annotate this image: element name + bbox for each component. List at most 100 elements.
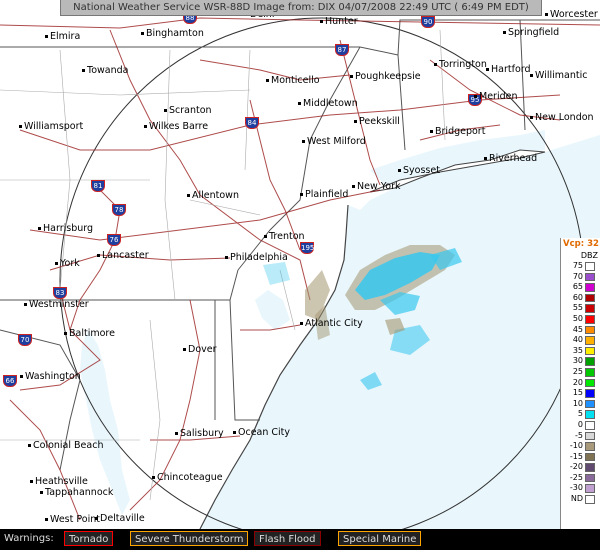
city-label: Baltimore (64, 328, 115, 339)
severe-thunderstorm-warning-button[interactable]: Severe Thunderstorm (130, 531, 249, 546)
legend-entry: 55 (561, 303, 600, 314)
city-name: Heathsville (35, 476, 88, 487)
legend-color-swatch (585, 484, 595, 494)
legend-value: 5 (577, 409, 583, 419)
city-label: Deltaville (95, 513, 145, 524)
legend-entry: -10 (561, 441, 600, 452)
legend-entry: 25 (561, 367, 600, 378)
city-dot-icon (264, 235, 267, 238)
legend-value: -20 (569, 462, 583, 472)
delaware-bay (255, 290, 290, 330)
city-dot-icon (24, 303, 27, 306)
city-name: Bridgeport (435, 126, 486, 137)
legend-entry: 65 (561, 282, 600, 293)
legend-color-swatch (585, 357, 595, 366)
city-label: Worcester (545, 9, 598, 20)
legend-entry: 75 (561, 261, 600, 272)
city-name: York (60, 258, 80, 269)
city-dot-icon (545, 13, 548, 16)
legend-color-swatch (585, 325, 595, 335)
city-name: West Milford (307, 136, 366, 147)
city-label: Peekskill (354, 116, 400, 127)
city-label: Harrisburg (38, 223, 93, 234)
city-dot-icon (183, 348, 186, 351)
legend-value: 30 (572, 356, 583, 366)
legend-value: 35 (572, 345, 583, 355)
city-dot-icon (233, 431, 236, 434)
warnings-bar: Warnings: Tornado Severe Thunderstorm Fl… (0, 529, 600, 550)
legend-entry: -30 (561, 483, 600, 494)
city-name: Middletown (303, 98, 358, 109)
interstate-shield-icon: 84 (245, 117, 259, 129)
city-dot-icon (141, 32, 144, 35)
legend-color-swatch (585, 346, 595, 356)
city-label: Riverhead (484, 153, 537, 164)
legend-value: 0 (577, 419, 583, 429)
interstate-shield-icon: 70 (18, 334, 32, 346)
legend-color-swatch (585, 431, 595, 441)
city-name: Monticello (271, 75, 320, 86)
legend-entry: 70 (561, 272, 600, 283)
shield-number: 84 (247, 119, 257, 127)
legend-entry: -15 (561, 452, 600, 463)
legend-color-swatch (585, 293, 595, 303)
city-dot-icon (45, 518, 48, 521)
city-dot-icon (430, 130, 433, 133)
city-dot-icon (486, 68, 489, 71)
city-dot-icon (266, 79, 269, 82)
legend-entry: 0 (561, 420, 600, 431)
legend-value: -5 (575, 430, 583, 440)
legend-color-swatch (585, 399, 595, 409)
city-label: Washington (20, 371, 81, 382)
city-dot-icon (28, 444, 31, 447)
city-label: Heathsville (30, 476, 88, 487)
city-name: Hartford (491, 64, 531, 75)
flash-flood-warning-button[interactable]: Flash Flood (254, 531, 321, 546)
city-name: Baltimore (69, 328, 115, 339)
tornado-warning-button[interactable]: Tornado (64, 531, 114, 546)
city-label: Trenton (264, 231, 305, 242)
city-dot-icon (164, 109, 167, 112)
city-name: Atlantic City (305, 318, 363, 329)
interstate-shield-icon: 76 (107, 234, 121, 246)
city-name: New London (535, 112, 594, 123)
city-name: Lancaster (102, 250, 149, 261)
city-label: New York (352, 181, 401, 192)
interstate-shield-icon: 83 (53, 287, 67, 299)
city-name: Chincoteague (157, 472, 223, 483)
city-dot-icon (530, 74, 533, 77)
city-dot-icon (298, 102, 301, 105)
city-label: Poughkeepsie (350, 71, 421, 82)
legend-entry: -25 (561, 473, 600, 484)
legend-value: 50 (572, 313, 583, 323)
city-label: York (55, 258, 80, 269)
legend-entry: 20 (561, 378, 600, 389)
city-dot-icon (40, 491, 43, 494)
special-marine-warning-button[interactable]: Special Marine (338, 531, 422, 546)
legend-value: 65 (572, 282, 583, 292)
city-name: West Point (50, 514, 100, 525)
city-label: Towanda (82, 65, 128, 76)
city-name: Riverhead (489, 153, 538, 164)
city-label: Binghamton (141, 28, 204, 39)
city-name: Binghamton (146, 28, 204, 39)
legend-color-swatch (585, 262, 595, 271)
interstate-shield-icon: 81 (91, 180, 105, 192)
legend-value: 10 (572, 398, 583, 408)
dbz-unit-label: DBZ (580, 251, 598, 260)
legend-entry: 45 (561, 325, 600, 336)
dbz-legend: Vcp: 32 DBZ 75 70 65 60 55 50 45 40 35 30 25 20 15 10… (560, 238, 600, 529)
city-label: Philadelphia (225, 252, 288, 263)
legend-color-swatch (585, 420, 595, 430)
shield-number: 76 (109, 236, 119, 244)
city-name: Westminster (29, 299, 89, 310)
city-dot-icon (302, 140, 305, 143)
city-name: Allentown (192, 190, 239, 201)
city-dot-icon (434, 63, 437, 66)
city-dot-icon (187, 194, 190, 197)
legend-value: 75 (572, 261, 583, 270)
shield-number: 70 (20, 336, 30, 344)
legend-entry: 5 (561, 409, 600, 420)
city-label: Elmira (45, 31, 80, 42)
legend-color-swatch (585, 367, 595, 377)
